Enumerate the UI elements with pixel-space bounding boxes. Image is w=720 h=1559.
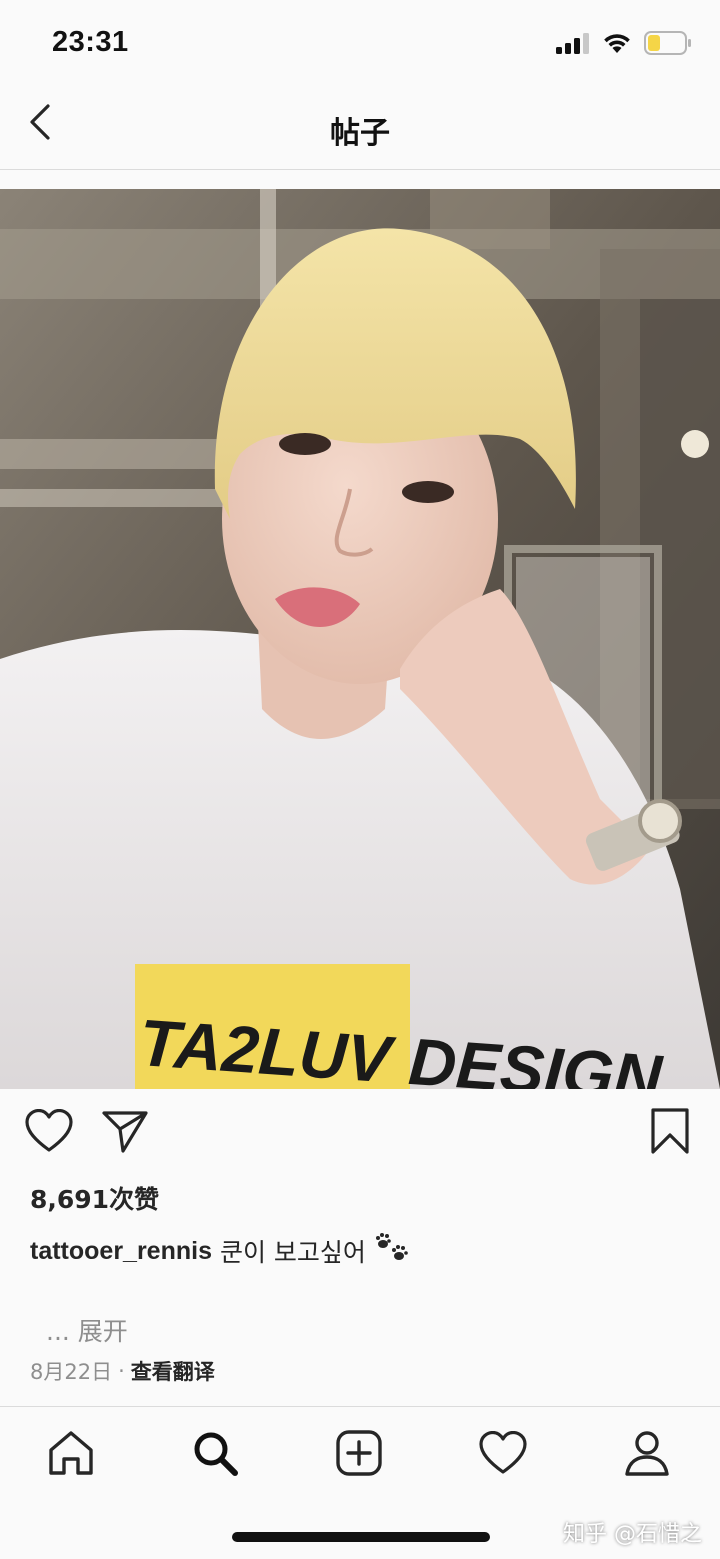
- heart-outline-icon: [479, 1430, 527, 1480]
- status-time: 23:31: [52, 26, 129, 58]
- tab-activity[interactable]: [473, 1425, 533, 1485]
- tab-search[interactable]: [185, 1425, 245, 1485]
- status-bar: 23:31: [0, 0, 720, 88]
- like-button[interactable]: [24, 1108, 74, 1158]
- heart-outline-icon: [25, 1108, 73, 1158]
- home-icon: [47, 1430, 95, 1481]
- wifi-icon: [602, 32, 632, 59]
- home-indicator[interactable]: [232, 1532, 490, 1542]
- send-paper-plane-icon: [101, 1109, 149, 1158]
- meta-separator: ·: [118, 1359, 125, 1383]
- post-actions: [0, 1107, 720, 1162]
- tab-home[interactable]: [41, 1425, 101, 1485]
- bookmark-outline-icon: [650, 1107, 690, 1160]
- likes-count[interactable]: 8,691次赞: [30, 1180, 159, 1216]
- cellular-signal-icon: [556, 32, 590, 59]
- tab-new-post[interactable]: [329, 1425, 389, 1485]
- share-button[interactable]: [100, 1108, 150, 1158]
- post-photo[interactable]: TA2LUV DESIGN: [0, 189, 720, 1089]
- caption-text: 쿤이 보고싶어: [219, 1238, 366, 1267]
- battery-low-icon: [644, 30, 692, 60]
- nav-bar: 帖子: [0, 88, 720, 170]
- post-date: 8月22日: [30, 1360, 113, 1384]
- plus-square-icon: [335, 1429, 383, 1482]
- see-translation-link[interactable]: 查看翻译: [131, 1356, 215, 1386]
- expand-caption-link[interactable]: ... 展开: [46, 1312, 128, 1348]
- caption-username[interactable]: tattooer_rennis: [30, 1237, 212, 1266]
- post-meta: 8月22日 · 查看翻译: [30, 1356, 215, 1386]
- watermark: 知乎 @石惜之: [563, 1522, 702, 1547]
- paw-prints-icon: [374, 1232, 410, 1270]
- search-icon: [191, 1429, 239, 1482]
- save-button[interactable]: [645, 1107, 695, 1160]
- tab-profile[interactable]: [617, 1425, 677, 1485]
- status-icons: [556, 30, 692, 60]
- page-title: 帖子: [330, 116, 390, 151]
- person-icon: [623, 1429, 671, 1482]
- caption: tattooer_rennis 쿤이 보고싶어: [30, 1232, 410, 1270]
